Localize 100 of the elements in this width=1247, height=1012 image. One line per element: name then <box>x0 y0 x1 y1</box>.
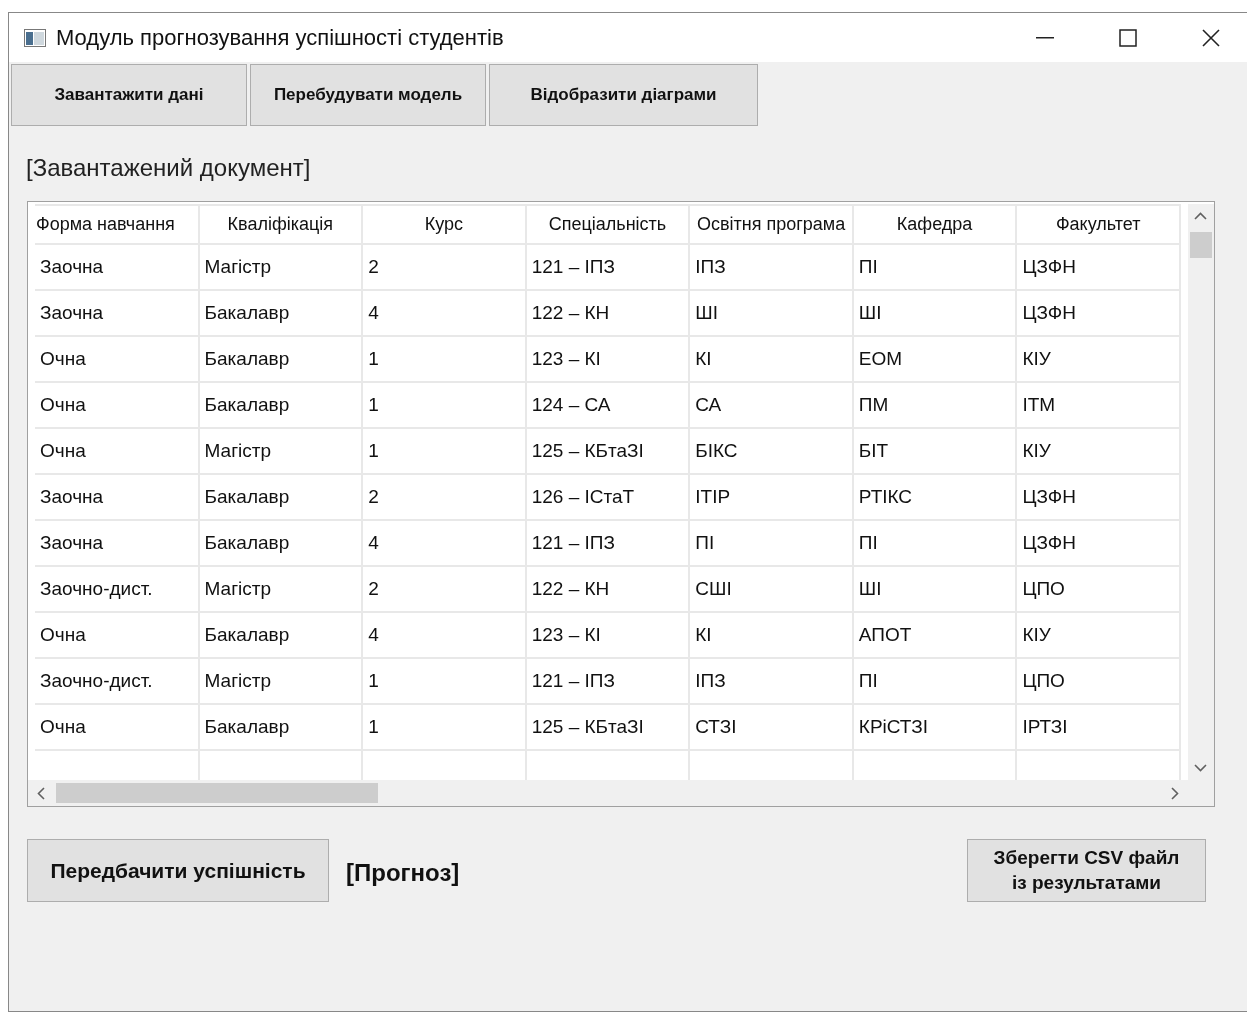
table-cell: СТЗІ <box>689 704 853 750</box>
scroll-thumb[interactable] <box>56 783 378 803</box>
table-cell: 2 <box>362 566 526 612</box>
table-cell: РТІКС <box>852 474 1017 520</box>
table-cell: Бакалавр <box>198 290 363 336</box>
table-cell: 122 – КН <box>525 290 690 336</box>
vertical-scrollbar[interactable] <box>1188 204 1214 780</box>
table-cell: АПОТ <box>852 612 1017 658</box>
table-cell: КІУ <box>1016 336 1180 382</box>
table-cell: Бакалавр <box>198 520 363 566</box>
table-cell: ШІ <box>689 290 853 336</box>
table-cell: 4 <box>362 612 526 658</box>
table-cell: 121 – ІПЗ <box>525 658 690 704</box>
table-cell: Бакалавр <box>198 382 363 428</box>
table-cell: Очна <box>35 612 199 658</box>
column-header[interactable]: Курс <box>362 205 526 244</box>
column-header[interactable]: Кваліфікація <box>198 205 363 244</box>
table-cell: Магістр <box>198 244 363 290</box>
table-cell: Бакалавр <box>198 704 363 750</box>
toolbar-button[interactable]: Завантажити дані <box>11 64 247 126</box>
table-cell: ШІ <box>852 290 1017 336</box>
table-cell: ЕОМ <box>852 336 1017 382</box>
table-cell: ІТІР <box>689 474 853 520</box>
column-header[interactable]: Форма навчання <box>35 205 199 244</box>
table-cell: КІ <box>689 612 853 658</box>
table-cell: ПІ <box>689 520 853 566</box>
table-cell: Заочно-дист. <box>35 658 199 704</box>
toolbar-button[interactable]: Перебудувати модель <box>250 64 486 126</box>
toolbar-button[interactable]: Відобразити діаграми <box>489 64 758 126</box>
table-cell: ЦЗФН <box>1016 244 1180 290</box>
table-cell: Заочна <box>35 474 199 520</box>
table-cell: ЦПО <box>1016 566 1180 612</box>
table-cell: БІТ <box>852 428 1017 474</box>
table-cell: 4 <box>362 520 526 566</box>
close-icon[interactable] <box>1201 28 1220 47</box>
scroll-thumb[interactable] <box>1190 232 1212 258</box>
table-cell: Заочно-дист. <box>35 566 199 612</box>
table-cell: ПІ <box>852 520 1017 566</box>
table-cell: 1 <box>362 658 526 704</box>
table-cell: 1 <box>362 336 526 382</box>
table-cell: 123 – КІ <box>525 612 690 658</box>
maximize-icon[interactable] <box>1118 28 1137 47</box>
predict-button[interactable]: Передбачити успішність <box>27 839 329 902</box>
table-cell: 121 – ІПЗ <box>525 520 690 566</box>
table-cell: Очна <box>35 704 199 750</box>
table-cell: ІТМ <box>1016 382 1180 428</box>
document-label: [Завантажений документ] <box>26 154 312 183</box>
horizontal-scrollbar[interactable] <box>28 780 1188 806</box>
column-header[interactable]: Освітня програма <box>689 205 853 244</box>
table-cell: 125 – КБтаЗІ <box>525 428 690 474</box>
table-cell: Заочна <box>35 290 199 336</box>
scroll-up-icon[interactable] <box>1194 212 1207 220</box>
table-cell: Очна <box>35 428 199 474</box>
table-cell: ЦЗФН <box>1016 474 1180 520</box>
table-cell: 123 – КІ <box>525 336 690 382</box>
table-cell: 2 <box>362 474 526 520</box>
scroll-right-icon[interactable] <box>1171 787 1179 800</box>
table-cell: ІПЗ <box>689 244 853 290</box>
table-cell: 121 – ІПЗ <box>525 244 690 290</box>
table-cell: 124 – СА <box>525 382 690 428</box>
table-cell: 1 <box>362 704 526 750</box>
table-cell: КРіСТЗІ <box>852 704 1017 750</box>
table-cell: Очна <box>35 382 199 428</box>
forecast-label: [Прогноз] <box>346 859 461 887</box>
table-cell: 2 <box>362 244 526 290</box>
table-cell: ІПЗ <box>689 658 853 704</box>
scroll-down-icon[interactable] <box>1194 764 1207 772</box>
table-cell: 122 – КН <box>525 566 690 612</box>
scroll-left-icon[interactable] <box>37 787 45 800</box>
table-cell: ЦЗФН <box>1016 520 1180 566</box>
table-cell: 1 <box>362 428 526 474</box>
table-cell: БІКС <box>689 428 853 474</box>
column-header[interactable]: Факультет <box>1016 205 1180 244</box>
table-cell: СА <box>689 382 853 428</box>
table-cell: Бакалавр <box>198 612 363 658</box>
table-cell: Очна <box>35 336 199 382</box>
table-cell: ЦЗФН <box>1016 290 1180 336</box>
table-cell: Магістр <box>198 658 363 704</box>
app-icon <box>24 28 46 47</box>
table-cell: Бакалавр <box>198 336 363 382</box>
table-cell: Бакалавр <box>198 474 363 520</box>
table-cell: СШІ <box>689 566 853 612</box>
table-cell: КІУ <box>1016 612 1180 658</box>
column-header[interactable]: Спеціальність <box>525 205 690 244</box>
window-title: Модуль прогнозування успішності студентів <box>56 24 505 51</box>
minimize-icon[interactable] <box>1035 36 1054 39</box>
table-cell: 125 – КБтаЗІ <box>525 704 690 750</box>
table-cell: ІРТЗІ <box>1016 704 1180 750</box>
save-csv-button[interactable]: Зберегти CSV файл із результатами <box>967 839 1206 902</box>
table-cell: КІУ <box>1016 428 1180 474</box>
table-cell: ПІ <box>852 244 1017 290</box>
table-cell: Заочна <box>35 244 199 290</box>
table-cell: ЦПО <box>1016 658 1180 704</box>
column-header[interactable]: Кафедра <box>852 205 1017 244</box>
table-cell: ПМ <box>852 382 1017 428</box>
table-cell: Магістр <box>198 428 363 474</box>
table-cell: Магістр <box>198 566 363 612</box>
table-cell: ШІ <box>852 566 1017 612</box>
table-cell: 126 – ІСтаТ <box>525 474 690 520</box>
table-cell: ПІ <box>852 658 1017 704</box>
